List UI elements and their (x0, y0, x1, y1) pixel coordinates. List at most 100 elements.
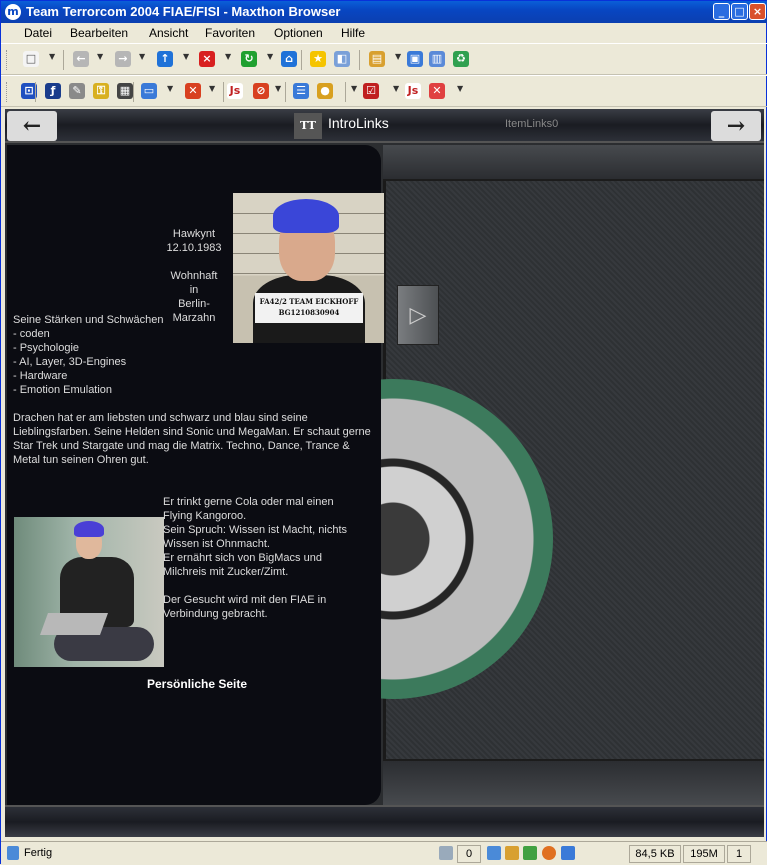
recycle-icon[interactable]: ♻ (453, 51, 469, 67)
forward-icon[interactable]: → (115, 51, 131, 67)
dropdown-arrow-icon[interactable]: ▼ (139, 52, 145, 61)
intro-links-link[interactable]: IntroLinks (328, 115, 389, 131)
bottom-strip (5, 805, 764, 837)
toolbar-separator (359, 50, 360, 70)
javascript-icon[interactable]: Js (227, 83, 243, 99)
next-arrow-button[interactable]: → (711, 111, 761, 141)
dropdown-arrow-icon[interactable]: ▼ (225, 52, 231, 61)
profile-residence-in: in (189, 284, 199, 296)
list-icon[interactable]: ☰ (293, 83, 309, 99)
side-text-line: Sein Spruch: Wissen ist Macht, nichts (163, 524, 348, 536)
tt-logo: TT (294, 113, 322, 139)
stop-icon[interactable]: × (199, 51, 215, 67)
dropdown-arrow-icon[interactable]: ▼ (395, 52, 401, 61)
menu-bar: Datei Bearbeiten Ansicht Favoriten Optio… (1, 23, 767, 43)
dropdown-arrow-icon[interactable]: ▼ (275, 84, 281, 93)
toolbar-grip[interactable] (6, 82, 9, 102)
sign-line-1: FA42/2 TEAM EICKHOFF (259, 297, 359, 306)
fullscreen-icon[interactable]: ▣ (407, 51, 423, 67)
activex-icon[interactable]: ● (317, 83, 333, 99)
wrench-icon[interactable]: ✎ (69, 83, 85, 99)
up-icon[interactable]: ↑ (157, 51, 173, 67)
strengths-list: Seine Stärken und Schwächen - coden - Ps… (13, 313, 163, 397)
dropdown-arrow-icon[interactable]: ▼ (267, 52, 273, 61)
profile-panel: FA42/2 TEAM EICKHOFF BG1210830904 Hawkyn… (7, 145, 384, 805)
side-text-line: Der Gesucht wird mit den FIAE in (163, 594, 327, 606)
profile-name: Hawkynt (172, 228, 216, 240)
checkbox-icon[interactable]: ☑ (363, 83, 379, 99)
memory-usage: 195M (683, 845, 725, 863)
status-bar: Fertig 0 84,5 KB 195M 1 (1, 841, 767, 865)
top-navigation-strip: ← TT IntroLinks ItemLinks0 → (5, 109, 764, 143)
proxy-icon[interactable] (561, 846, 575, 860)
menu-optionen[interactable]: Optionen (274, 26, 323, 40)
status-text: Fertig (24, 847, 53, 859)
page-size: 84,5 KB (629, 845, 681, 863)
side-text: Er trinkt gerne Cola oder mal einen Flyi… (163, 495, 377, 621)
maxthon-app-icon[interactable]: m (5, 4, 21, 20)
favorites-paragraph: Drachen hat er am liebsten und schwarz u… (13, 412, 371, 466)
trash-icon[interactable] (439, 846, 453, 860)
no-popups-icon[interactable]: ⊘ (253, 83, 269, 99)
personal-page-link[interactable]: Persönliche Seite (147, 677, 247, 691)
security-icon[interactable] (505, 846, 519, 860)
side-text-line: Flying Kangoroo. (163, 510, 247, 522)
dropdown-arrow-icon[interactable]: ▼ (183, 52, 189, 61)
toolbar-separator (133, 82, 134, 102)
window-icon[interactable]: ▭ (141, 83, 157, 99)
previous-arrow-button[interactable]: ← (7, 111, 57, 141)
refresh-icon[interactable]: ↻ (241, 51, 257, 67)
key-icon[interactable]: ⚿ (93, 83, 109, 99)
flash-icon[interactable]: ƒ (45, 83, 61, 99)
home-icon[interactable]: ⌂ (281, 51, 297, 67)
group-icon[interactable]: ▤ (369, 51, 385, 67)
dropdown-arrow-icon[interactable]: ▼ (351, 84, 357, 93)
minimize-button[interactable]: _ (713, 3, 730, 20)
new-page-icon[interactable]: □ (23, 51, 39, 67)
split-view-icon[interactable]: ▥ (429, 51, 445, 67)
profile-residence-label: Wohnhaft (170, 270, 218, 282)
close-button[interactable]: × (749, 3, 766, 20)
dropdown-arrow-icon[interactable]: ▼ (167, 84, 173, 93)
dropdown-arrow-icon[interactable]: ▼ (209, 84, 215, 93)
flash-status-icon[interactable] (542, 846, 556, 860)
popup-status-icon[interactable] (523, 846, 537, 860)
menu-favoriten[interactable]: Favoriten (205, 26, 255, 40)
menu-datei[interactable]: Datei (24, 26, 52, 40)
history-icon[interactable]: ◧ (334, 51, 350, 67)
back-icon[interactable]: ← (73, 51, 89, 67)
status-counter: 0 (457, 845, 481, 863)
menu-hilfe[interactable]: Hilfe (341, 26, 365, 40)
side-text-line: Er ernährt sich von BigMacs und (163, 552, 322, 564)
dropdown-arrow-icon[interactable]: ▼ (49, 52, 55, 61)
laptop-photo (14, 517, 164, 667)
notepad-icon[interactable]: ▦ (117, 83, 133, 99)
strength-item: - Hardware (13, 370, 68, 382)
dropdown-arrow-icon[interactable]: ▼ (97, 52, 103, 61)
vault-bottom-frame (383, 759, 764, 805)
sync-icon[interactable] (487, 846, 501, 860)
menu-bearbeiten[interactable]: Bearbeiten (70, 26, 128, 40)
status-page-icon (7, 846, 19, 860)
side-text-line: Milchreis mit Zucker/Zimt. (163, 566, 289, 578)
toolbar-separator (345, 82, 346, 102)
favorites-star-icon[interactable]: ★ (310, 51, 326, 67)
menu-ansicht[interactable]: Ansicht (149, 26, 188, 40)
strength-item: - Psychologie (13, 342, 80, 354)
page-content: ← TT IntroLinks ItemLinks0 → ▷ FA42/2 TE… (5, 109, 764, 837)
javascript-off-icon[interactable]: Js (405, 83, 421, 99)
sign-line-2: BG1210830904 (278, 308, 340, 317)
profile-residence-district: Marzahn (172, 312, 216, 324)
close-all-icon[interactable]: ✕ (429, 83, 445, 99)
block-ads-icon[interactable]: ✕ (185, 83, 201, 99)
dropdown-arrow-icon[interactable]: ▼ (457, 84, 463, 93)
mugshot-sign: FA42/2 TEAM EICKHOFF BG1210830904 (255, 293, 363, 323)
toolbar-grip[interactable] (6, 50, 9, 70)
toolbar-separator (223, 82, 224, 102)
dropdown-arrow-icon[interactable]: ▼ (393, 84, 399, 93)
strength-item: - coden (13, 328, 50, 340)
mugshot-photo: FA42/2 TEAM EICKHOFF BG1210830904 (233, 193, 384, 343)
plugin-toolbar: ⊡ ƒ ✎ ⚿ ▦ ▭ ✕ Js ⊘ ☰ ● ☑ Js ✕ ▼ ▼ ▼ ▼ ▼ ▼ (1, 75, 767, 107)
maximize-button[interactable]: □ (731, 3, 748, 20)
item-links-link[interactable]: ItemLinks0 (505, 118, 558, 130)
